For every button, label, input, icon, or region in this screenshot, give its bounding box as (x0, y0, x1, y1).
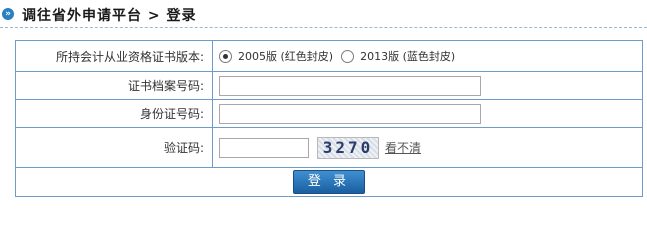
form-row-id: 身份证号码: (15, 99, 643, 128)
title-divider (0, 27, 647, 28)
version-label: 所持会计从业资格证书版本: (15, 40, 213, 72)
radio-2013[interactable] (341, 49, 355, 63)
captcha-input[interactable] (219, 137, 309, 158)
title-bar: » 调往省外申请平台 > 登录 (0, 0, 647, 28)
form-row-captcha: 验证码: 3270 看不清 (15, 127, 643, 168)
captcha-refresh-link[interactable]: 看不清 (385, 139, 421, 156)
version-radio-group: 2005版 (红色封皮) 2013版 (蓝色封皮) (213, 48, 642, 64)
page-title: 调往省外申请平台 > 登录 (22, 8, 197, 24)
chevron-right-icon: » (2, 8, 14, 20)
radio-2005-label: 2005版 (红色封皮) (238, 50, 334, 63)
id-label: 身份证号码: (15, 99, 213, 128)
form-row-submit: 登 录 (15, 167, 643, 197)
radio-option-2013[interactable]: 2013版 (蓝色封皮) (341, 48, 455, 64)
radio-2013-label: 2013版 (蓝色封皮) (360, 50, 456, 63)
login-button[interactable]: 登 录 (293, 170, 365, 194)
cert-label: 证书档案号码: (15, 71, 213, 100)
form-row-cert: 证书档案号码: (15, 71, 643, 100)
captcha-image[interactable]: 3270 (317, 136, 379, 159)
cert-number-input[interactable] (219, 75, 481, 96)
radio-option-2005[interactable]: 2005版 (红色封皮) (219, 48, 333, 64)
captcha-group: 3270 看不清 (213, 136, 642, 159)
radio-2005[interactable] (219, 49, 232, 63)
captcha-label: 验证码: (15, 127, 213, 168)
id-number-input[interactable] (219, 103, 481, 124)
login-form: 所持会计从业资格证书版本: 2005版 (红色封皮) 2013版 (蓝色封皮) … (15, 40, 643, 197)
form-row-version: 所持会计从业资格证书版本: 2005版 (红色封皮) 2013版 (蓝色封皮) (15, 40, 643, 72)
